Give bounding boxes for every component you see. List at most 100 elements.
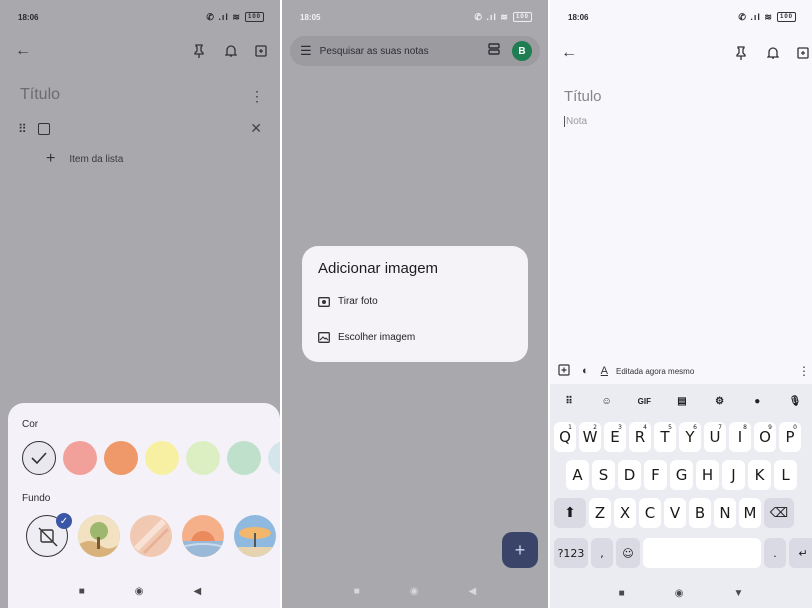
period-key[interactable]: .	[764, 538, 786, 568]
home-nav-icon[interactable]: ◉	[675, 588, 684, 599]
key-g[interactable]: G	[670, 460, 693, 490]
enter-key[interactable]: ↵	[789, 538, 812, 568]
home-nav-icon[interactable]: ◉	[410, 586, 419, 597]
key-d[interactable]: D	[618, 460, 641, 490]
background-option-music[interactable]	[182, 515, 224, 557]
color-swatch[interactable]	[186, 441, 220, 475]
search-input[interactable]: Pesquisar as suas notas	[320, 46, 488, 57]
key-f[interactable]: F	[644, 460, 667, 490]
recents-nav-icon[interactable]: ■	[354, 586, 360, 597]
backspace-key[interactable]: ⌫	[764, 498, 794, 528]
key-t[interactable]: T5	[654, 422, 676, 452]
background-option-food[interactable]	[130, 515, 172, 557]
checkbox[interactable]	[37, 123, 50, 135]
sticker-icon[interactable]: ☺	[596, 396, 618, 407]
keyboard-toolbar: ⠿ ☺ GIF ▤ ⚙ ● 🎙	[550, 388, 812, 414]
key-s[interactable]: S	[592, 460, 615, 490]
more-options-icon[interactable]: ⋮	[250, 88, 264, 105]
system-nav-bar: ■ ◉ ◀	[282, 574, 548, 608]
key-z[interactable]: Z	[589, 498, 611, 528]
pin-icon[interactable]	[188, 40, 210, 62]
text-format-icon[interactable]: A	[601, 365, 608, 377]
key-v[interactable]: V	[664, 498, 686, 528]
clipboard-icon[interactable]: ▤	[671, 396, 693, 407]
back-arrow-icon[interactable]: ←	[12, 40, 34, 62]
color-swatch[interactable]	[63, 441, 97, 475]
title-input[interactable]: Título	[20, 86, 60, 104]
color-swatch[interactable]	[268, 441, 280, 475]
key-l[interactable]: L	[774, 460, 797, 490]
avatar[interactable]: B	[512, 41, 532, 61]
key-a[interactable]: A	[566, 460, 589, 490]
gif-button[interactable]: GIF	[633, 397, 655, 406]
add-box-icon[interactable]	[558, 364, 570, 378]
add-list-item-label: Item da lista	[69, 153, 124, 165]
background-option-travel[interactable]	[234, 515, 276, 557]
grid-view-icon[interactable]	[488, 42, 500, 60]
pin-icon[interactable]	[730, 42, 752, 64]
signal-icon: ✆ .ıl ≋	[206, 11, 241, 22]
key-r[interactable]: R4	[629, 422, 651, 452]
key-p[interactable]: P0	[779, 422, 801, 452]
checklist-item[interactable]: ⠿ ✕	[18, 118, 274, 140]
key-j[interactable]: J	[722, 460, 745, 490]
key-w[interactable]: W2	[579, 422, 601, 452]
reminder-bell-icon[interactable]	[762, 42, 784, 64]
symbols-key[interactable]: ?123	[554, 538, 588, 568]
more-options-icon[interactable]: ⋮	[798, 364, 810, 378]
key-y[interactable]: Y6	[679, 422, 701, 452]
back-nav-icon[interactable]: ◀	[194, 586, 202, 597]
choose-image-option[interactable]: Escolher imagem	[318, 332, 415, 343]
remove-item-icon[interactable]: ✕	[250, 120, 262, 137]
search-bar[interactable]: ☰ Pesquisar as suas notas B	[290, 36, 540, 66]
back-nav-icon[interactable]: ◀	[469, 586, 477, 597]
spacebar-key[interactable]	[643, 538, 761, 568]
key-q[interactable]: Q1	[554, 422, 576, 452]
new-note-button[interactable]: +	[502, 532, 538, 568]
color-swatch[interactable]	[227, 441, 261, 475]
camera-icon	[318, 297, 330, 307]
emoji-key[interactable]: ☺	[616, 538, 640, 568]
home-nav-icon[interactable]: ◉	[135, 586, 144, 597]
background-option-grocery[interactable]	[78, 515, 120, 557]
back-arrow-icon[interactable]: ←	[558, 42, 580, 64]
key-m[interactable]: M	[739, 498, 761, 528]
menu-icon[interactable]: ☰	[300, 43, 312, 59]
key-e[interactable]: E3	[604, 422, 626, 452]
key-i[interactable]: I8	[729, 422, 751, 452]
archive-icon[interactable]	[792, 42, 812, 64]
status-time: 18:06	[18, 12, 39, 22]
key-k[interactable]: K	[748, 460, 771, 490]
color-swatch[interactable]	[22, 441, 56, 475]
key-n[interactable]: N	[714, 498, 736, 528]
key-u[interactable]: U7	[704, 422, 726, 452]
system-nav-bar: ■ ◉ ◀	[0, 574, 280, 608]
key-b[interactable]: B	[689, 498, 711, 528]
key-h[interactable]: H	[696, 460, 719, 490]
drag-handle-icon[interactable]: ⠿	[18, 122, 27, 136]
key-x[interactable]: X	[614, 498, 636, 528]
hide-keyboard-icon[interactable]: ▼	[733, 588, 743, 599]
comma-key[interactable]: ,	[591, 538, 613, 568]
microphone-icon[interactable]: 🎙	[784, 396, 806, 407]
recents-nav-icon[interactable]: ■	[79, 586, 85, 597]
shift-key[interactable]: ⬆	[554, 498, 586, 528]
add-list-item-button[interactable]: + Item da lista	[46, 150, 123, 168]
archive-icon[interactable]	[250, 40, 272, 62]
reminder-bell-icon[interactable]	[220, 40, 242, 62]
note-input[interactable]: Nota	[564, 116, 587, 127]
key-o[interactable]: O9	[754, 422, 776, 452]
keyboard-row-4: ?123 , ☺ . ↵	[554, 538, 812, 570]
title-input[interactable]: Título	[564, 88, 602, 105]
key-c[interactable]: C	[639, 498, 661, 528]
color-swatch[interactable]	[104, 441, 138, 475]
signal-icon: ✆ .ıl ≋	[474, 11, 509, 22]
theme-palette-icon[interactable]: ●	[746, 396, 768, 407]
take-photo-option[interactable]: Tirar foto	[318, 296, 378, 307]
color-swatch[interactable]	[145, 441, 179, 475]
recents-nav-icon[interactable]: ■	[619, 588, 625, 599]
apps-grid-icon[interactable]: ⠿	[558, 396, 580, 407]
battery-icon: 100	[244, 12, 264, 22]
palette-icon[interactable]: ◐	[582, 365, 589, 377]
settings-gear-icon[interactable]: ⚙	[709, 396, 731, 407]
